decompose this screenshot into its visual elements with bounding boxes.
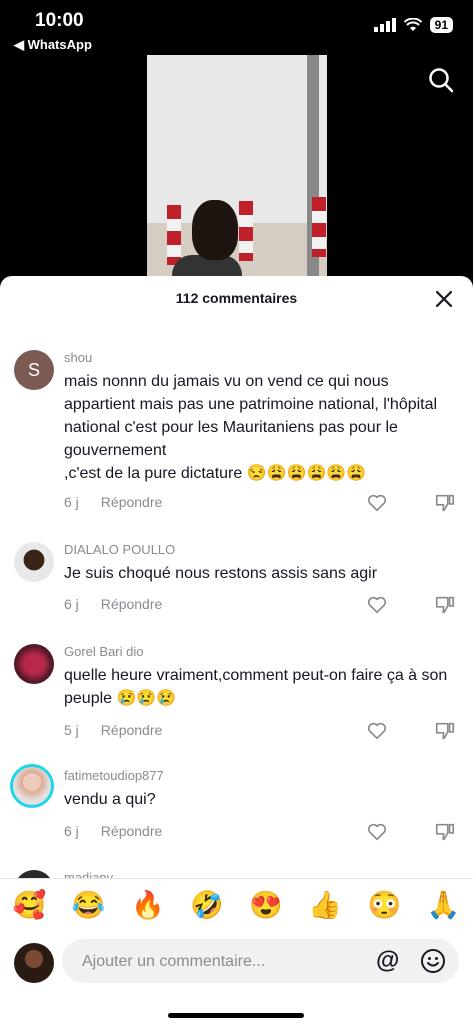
back-to-whatsapp[interactable]: ◀ WhatsApp (14, 37, 92, 53)
battery-indicator: 91 (429, 17, 453, 33)
dislike-icon[interactable] (434, 594, 456, 616)
heart-icon[interactable] (366, 594, 388, 616)
heart-icon[interactable] (366, 720, 388, 742)
video-post (167, 205, 181, 265)
reply-button[interactable]: Répondre (101, 722, 163, 738)
video-post (239, 201, 253, 261)
reply-button[interactable]: Répondre (101, 596, 163, 612)
comments-count-title: 112 commentaires (175, 290, 298, 306)
reply-button[interactable]: Répondre (101, 494, 163, 510)
comment-text: Je suis choqué nous restons assis sans a… (64, 565, 378, 582)
comment-text: quelle heure vraiment,comment peut-on fa… (64, 667, 448, 707)
avatar[interactable] (14, 542, 54, 582)
comment-time: 6 j (64, 494, 79, 510)
emoji-button[interactable]: 😍 (249, 889, 283, 921)
emoji-picker-icon[interactable] (420, 948, 446, 974)
heart-icon[interactable] (366, 492, 388, 514)
video-person-head (192, 200, 238, 260)
close-icon[interactable] (433, 288, 455, 310)
reply-button[interactable]: Répondre (101, 823, 163, 839)
status-icons: 91 (373, 17, 453, 33)
emoji-button[interactable]: 🥰 (13, 889, 47, 921)
avatar[interactable]: S (14, 350, 54, 390)
comment-meta: 6 j Répondre (64, 823, 162, 839)
comment-text: vendu a qui? (64, 791, 156, 808)
emoji-button[interactable]: 🙏 (427, 889, 461, 921)
emoji-button[interactable]: 😳 (368, 889, 402, 921)
comment-composer: 🥰 😂 🔥 🤣 😍 👍 😳 🙏 @ (0, 878, 473, 1025)
home-indicator (168, 1013, 304, 1018)
comment-meta: 6 j Répondre (64, 596, 162, 612)
status-time: 10:00 (35, 10, 84, 31)
dislike-icon[interactable] (434, 821, 456, 843)
emoji-button[interactable]: 😂 (72, 889, 106, 921)
comment-username[interactable]: DIALALO POULLO (64, 542, 175, 557)
emoji-button[interactable]: 🤣 (190, 889, 224, 921)
emoji-bar: 🥰 😂 🔥 🤣 😍 👍 😳 🙏 (0, 889, 473, 921)
wifi-icon (403, 18, 422, 31)
comment-meta: 5 j Répondre (64, 722, 162, 738)
comment-meta: 6 j Répondre (64, 494, 162, 510)
comment-input-container: @ (62, 939, 459, 985)
search-icon[interactable] (428, 67, 454, 93)
video-frame[interactable] (147, 55, 327, 277)
dislike-icon[interactable] (434, 720, 456, 742)
comment-time: 6 j (64, 596, 79, 612)
video-post (312, 197, 326, 257)
avatar[interactable] (10, 764, 54, 808)
current-user-avatar (14, 943, 54, 983)
dislike-icon[interactable] (434, 492, 456, 514)
comment-time: 6 j (64, 823, 79, 839)
comment-text: mais nonnn du jamais vu on vend ce qui n… (64, 373, 438, 482)
comment-username[interactable]: fatimetoudiop877 (64, 768, 164, 783)
comment-username[interactable]: Gorel Bari dio (64, 644, 143, 659)
emoji-button[interactable]: 🔥 (131, 889, 165, 921)
comment-time: 5 j (64, 722, 79, 738)
emoji-button[interactable]: 👍 (308, 889, 342, 921)
signal-icon (373, 18, 396, 32)
avatar[interactable] (14, 644, 54, 684)
heart-icon[interactable] (366, 821, 388, 843)
comment-username[interactable]: shou (64, 350, 92, 365)
comment-input[interactable] (80, 939, 364, 985)
status-bar: 10:00 ◀ WhatsApp 91 (0, 0, 473, 54)
mention-button[interactable]: @ (376, 947, 399, 975)
